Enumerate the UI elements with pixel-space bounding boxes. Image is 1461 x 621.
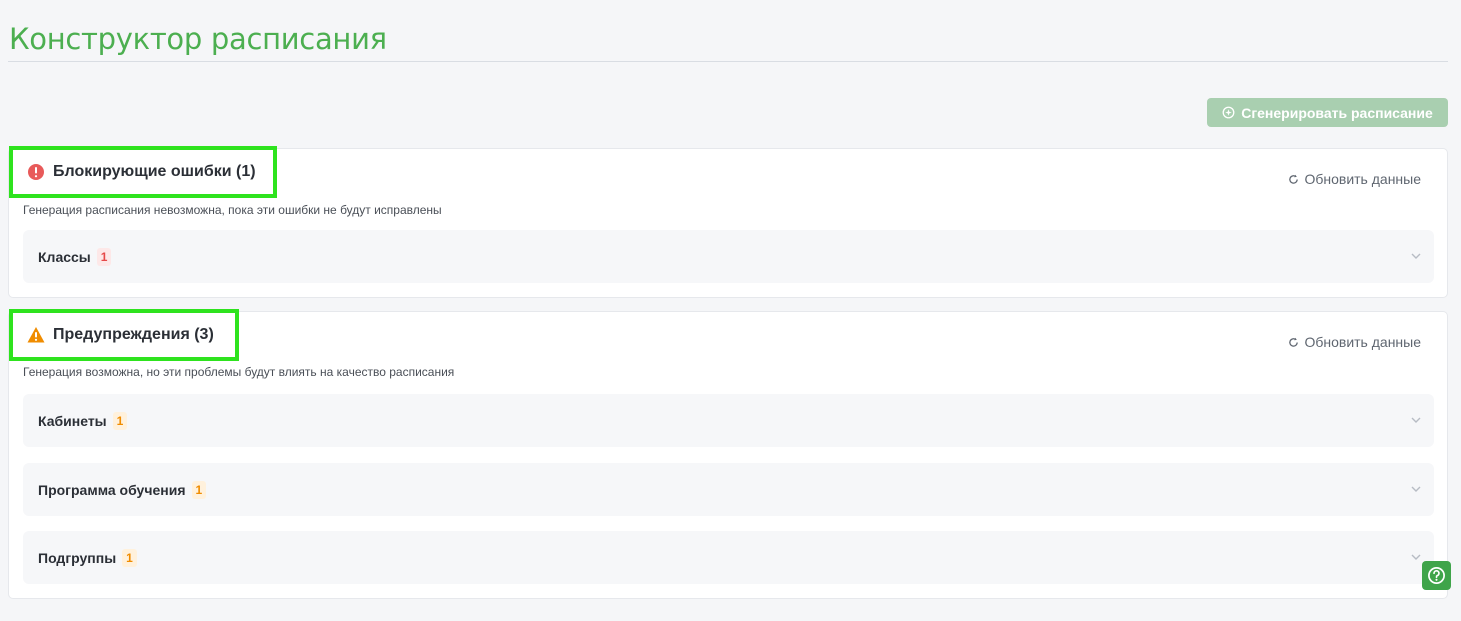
error-count-badge: 1 bbox=[96, 247, 112, 266]
warnings-card: Предупреждения (3) Обновить данные Генер… bbox=[8, 309, 1448, 599]
blocking-errors-card: Блокирующие ошибки (1) Обновить данные Г… bbox=[8, 146, 1448, 298]
accordion-label: Кабинеты bbox=[38, 412, 107, 429]
warning-count-badge: 1 bbox=[112, 411, 128, 430]
warnings-subtitle: Генерация возможна, но эти проблемы буду… bbox=[23, 365, 455, 379]
warnings-title: Предупреждения (3) bbox=[53, 326, 214, 343]
generate-schedule-button[interactable]: Сгенерировать расписание bbox=[1207, 98, 1448, 127]
accordion-label: Классы bbox=[38, 248, 91, 265]
refresh-button[interactable]: Обновить данные bbox=[1288, 171, 1421, 187]
error-circle-icon bbox=[27, 163, 45, 181]
chevron-down-icon bbox=[1411, 554, 1421, 560]
accordion-label: Программа обучения bbox=[38, 481, 186, 498]
page-title: Конструктор расписания bbox=[9, 22, 387, 56]
refresh-label: Обновить данные bbox=[1304, 171, 1421, 187]
accordion-label: Подгруппы bbox=[38, 549, 117, 566]
warning-count-badge: 1 bbox=[191, 480, 207, 499]
chevron-down-icon bbox=[1411, 417, 1421, 423]
blocking-errors-header: Блокирующие ошибки (1) bbox=[9, 146, 277, 198]
blocking-errors-subtitle: Генерация расписания невозможна, пока эт… bbox=[23, 203, 442, 217]
accordion-subgroups[interactable]: Подгруппы 1 bbox=[23, 531, 1434, 584]
sparkle-icon bbox=[1222, 106, 1235, 119]
page-header: Конструктор расписания bbox=[8, 0, 1448, 62]
refresh-label: Обновить данные bbox=[1304, 334, 1421, 350]
refresh-icon bbox=[1289, 174, 1299, 184]
warning-triangle-icon bbox=[27, 326, 45, 344]
help-button[interactable] bbox=[1422, 561, 1451, 590]
question-circle-icon bbox=[1428, 567, 1445, 584]
chevron-down-icon bbox=[1411, 253, 1421, 259]
accordion-curriculum[interactable]: Программа обучения 1 bbox=[23, 463, 1434, 516]
refresh-button[interactable]: Обновить данные bbox=[1288, 334, 1421, 350]
generate-schedule-label: Сгенерировать расписание bbox=[1241, 104, 1433, 121]
warning-count-badge: 1 bbox=[122, 548, 137, 567]
accordion-classes[interactable]: Классы 1 bbox=[23, 230, 1434, 283]
chevron-down-icon bbox=[1411, 486, 1421, 492]
refresh-icon bbox=[1289, 337, 1299, 347]
accordion-rooms[interactable]: Кабинеты 1 bbox=[23, 394, 1434, 447]
blocking-errors-title: Блокирующие ошибки (1) bbox=[53, 163, 256, 180]
warnings-header: Предупреждения (3) bbox=[9, 309, 239, 361]
